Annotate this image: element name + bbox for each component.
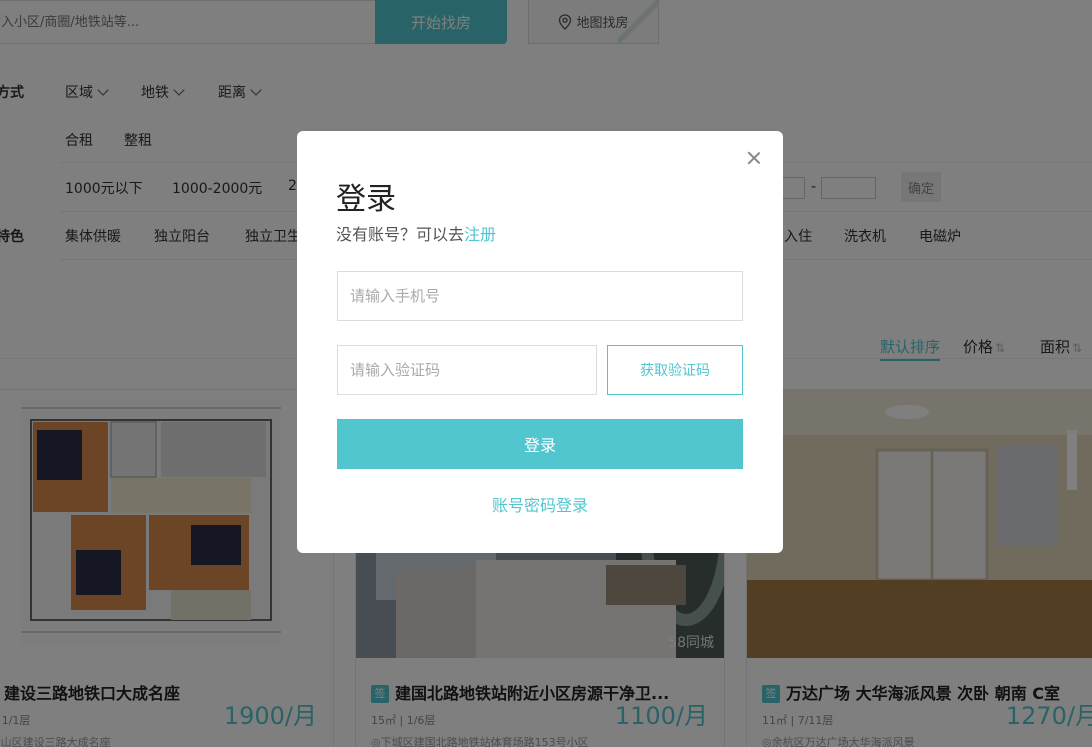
verification-code-input[interactable] xyxy=(337,345,597,395)
get-code-button[interactable]: 获取验证码 xyxy=(607,345,743,395)
register-prompt-text: 没有账号？可以去 xyxy=(336,225,465,244)
phone-input[interactable] xyxy=(337,271,743,321)
register-prompt: 没有账号？可以去注册 xyxy=(336,221,496,245)
register-link[interactable]: 注册 xyxy=(464,225,496,244)
password-login-link[interactable]: 账号密码登录 xyxy=(297,492,783,516)
modal-title: 登录 xyxy=(336,182,396,217)
login-button[interactable]: 登录 xyxy=(337,419,743,469)
login-modal: 登录 没有账号？可以去注册 获取验证码 登录 账号密码登录 xyxy=(297,131,783,553)
close-icon[interactable] xyxy=(745,149,763,167)
